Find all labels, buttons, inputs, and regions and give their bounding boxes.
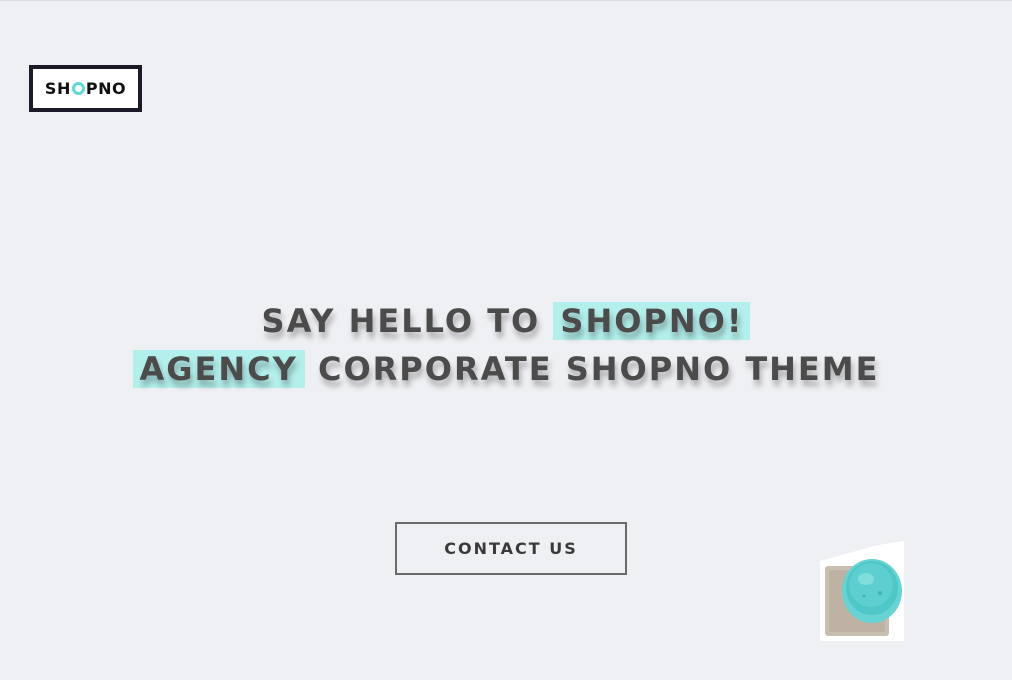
hero-line-2: AGENCY CORPORATE SHOPNO THEME [0, 345, 1012, 393]
hero-line-1-text: SAY HELLO TO [261, 302, 554, 340]
hero-line-2-text: CORPORATE SHOPNO THEME [304, 350, 880, 388]
hero-heading: SAY HELLO TO SHOPNO! AGENCY CORPORATE SH… [0, 297, 1012, 393]
smoothie-cup-icon [820, 541, 904, 641]
contact-us-button[interactable]: CONTACT US [395, 522, 627, 575]
smoothie-cup-image[interactable] [820, 541, 904, 641]
contact-us-label: CONTACT US [444, 539, 578, 558]
logo-o-ring-icon [71, 82, 85, 95]
logo-text-end: PNO [85, 79, 127, 98]
page: SH PNO SAY HELLO TO SHOPNO! AGENCY CORPOR… [0, 0, 1012, 680]
site-logo[interactable]: SH PNO [29, 65, 142, 112]
hero-line-2-highlight: AGENCY [132, 350, 305, 388]
hero-line-1-highlight: SHOPNO! [553, 302, 751, 340]
hero-line-1: SAY HELLO TO SHOPNO! [0, 297, 1012, 345]
logo-text-start: SH [44, 79, 71, 98]
